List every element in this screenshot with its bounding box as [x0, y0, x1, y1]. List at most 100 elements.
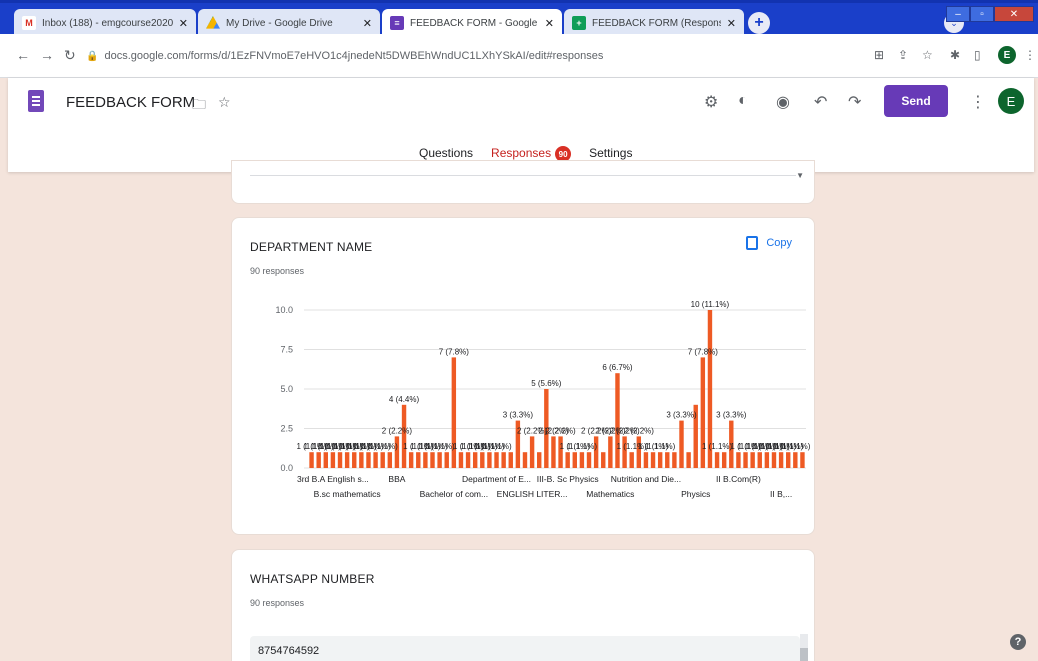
- bar: [437, 452, 442, 468]
- close-icon[interactable]: ✕: [363, 17, 372, 30]
- lock-icon: 🔒: [86, 50, 99, 62]
- star-icon[interactable]: ☆: [218, 94, 231, 111]
- bar: [657, 452, 663, 468]
- help-icon[interactable]: ?: [1010, 634, 1026, 650]
- tab-title: Inbox (188) - emgcourse2020@g: [42, 17, 173, 29]
- tab-title: FEEDBACK FORM (Responses) - G: [592, 17, 721, 29]
- window-close-icon[interactable]: ✕: [994, 6, 1034, 22]
- browser-tab-strip: M Inbox (188) - emgcourse2020@g ✕ My Dri…: [0, 0, 1038, 37]
- bar: [480, 452, 485, 468]
- url-input[interactable]: 🔒 docs.google.com/forms/d/1EzFNVmoE7eHVO…: [86, 43, 966, 69]
- forms-icon: ≡: [390, 16, 404, 30]
- bar: [444, 452, 449, 468]
- whatsapp-summary-card: WHATSAPP NUMBER 90 responses 8754764592: [231, 549, 815, 661]
- x-tick-label: B.sc mathematics: [314, 489, 381, 499]
- browser-tab-forms[interactable]: ≡ FEEDBACK FORM - Google Form ✕: [382, 9, 562, 37]
- addon-puzzle-icon[interactable]: ⚙: [704, 92, 718, 112]
- x-tick-label: II B,...: [770, 489, 792, 499]
- forms-logo-icon[interactable]: [28, 90, 44, 112]
- data-label: 1 (1.1%): [645, 442, 676, 451]
- maximize-icon[interactable]: ▫: [970, 6, 994, 22]
- x-tick-label: 3rd B.A English s...: [297, 474, 369, 484]
- y-tick-label: 10.0: [275, 305, 293, 315]
- forms-header: FEEDBACK FORM 🗀 ☆ ⚙ ◐ ◉ ↶ ↷ Send ⋮ E Que…: [8, 78, 1034, 172]
- undo-icon[interactable]: ↶: [814, 92, 827, 112]
- bar: [771, 452, 777, 468]
- close-icon[interactable]: ✕: [179, 17, 188, 30]
- y-tick-label: 7.5: [280, 345, 293, 355]
- bar: [558, 436, 563, 468]
- dropdown-arrow-icon[interactable]: ▼: [796, 171, 804, 180]
- palette-icon[interactable]: ◐: [738, 92, 748, 110]
- back-icon[interactable]: ←: [16, 47, 30, 63]
- x-tick-label: BBA: [388, 474, 405, 484]
- send-button[interactable]: Send: [884, 85, 948, 117]
- profile-avatar[interactable]: E: [998, 46, 1016, 64]
- translate-icon[interactable]: ⊞: [874, 48, 884, 62]
- bar: [472, 452, 478, 468]
- bar: [593, 436, 599, 468]
- data-label: 7 (7.8%): [688, 347, 719, 356]
- star-icon[interactable]: ☆: [922, 48, 933, 62]
- bar: [672, 452, 677, 468]
- reload-icon[interactable]: ↻: [64, 47, 76, 64]
- bar: [529, 436, 535, 468]
- browser-tab-sheets[interactable]: + FEEDBACK FORM (Responses) - G ✕: [564, 9, 744, 37]
- bar: [778, 452, 784, 468]
- bar: [501, 452, 506, 468]
- data-label: 1 (1.1%): [481, 442, 512, 451]
- more-menu-icon[interactable]: ⋮: [1024, 48, 1036, 62]
- bar: [757, 452, 762, 468]
- close-icon[interactable]: ✕: [727, 17, 736, 30]
- scrollbar-thumb[interactable]: [800, 648, 808, 661]
- responses-scrollbar[interactable]: [800, 634, 808, 661]
- bar: [458, 452, 464, 468]
- bar: [401, 404, 407, 468]
- bar: [679, 420, 684, 468]
- data-label: 1 (1.1%): [567, 442, 598, 451]
- response-item: 8754764592: [250, 636, 800, 661]
- bar: [793, 452, 798, 468]
- preview-eye-icon[interactable]: ◉: [776, 92, 790, 112]
- bar: [764, 452, 770, 468]
- bar: [330, 452, 336, 468]
- data-label: 6 (6.7%): [602, 363, 633, 372]
- share-icon[interactable]: ⇪: [898, 48, 908, 62]
- new-tab-button[interactable]: +: [748, 12, 770, 34]
- bar: [508, 452, 513, 468]
- minimize-icon[interactable]: –: [946, 6, 970, 22]
- more-options-icon[interactable]: ⋮: [970, 92, 986, 112]
- x-tick-label: ENGLISH LITER...: [497, 489, 568, 499]
- data-label: 2 (2.2%): [624, 426, 655, 435]
- data-label: 2 (2.2%): [382, 426, 413, 435]
- bar: [714, 452, 720, 468]
- bar: [579, 452, 585, 468]
- account-avatar[interactable]: E: [998, 88, 1024, 114]
- previous-question-card: ▼: [231, 160, 815, 204]
- x-tick-label: II B.Com(R): [716, 474, 761, 484]
- redo-icon[interactable]: ↷: [848, 92, 861, 112]
- bar: [380, 452, 385, 468]
- data-label: 2 (2.2%): [545, 426, 576, 435]
- address-bar: ← → ↻ 🔒 docs.google.com/forms/d/1EzFNVmo…: [0, 34, 1038, 78]
- form-title[interactable]: FEEDBACK FORM: [66, 94, 195, 111]
- close-icon[interactable]: ✕: [545, 17, 554, 30]
- bar: [408, 452, 414, 468]
- url-text: docs.google.com/forms/d/1EzFNVmoE7eHVO1c…: [104, 50, 604, 62]
- bar: [337, 452, 343, 468]
- browser-tab-gmail[interactable]: M Inbox (188) - emgcourse2020@g ✕: [14, 9, 196, 37]
- bar: [572, 452, 577, 468]
- bar: [750, 452, 755, 468]
- side-panel-icon[interactable]: ▯: [974, 48, 981, 62]
- folder-icon[interactable]: 🗀: [192, 94, 206, 118]
- data-label: 4 (4.4%): [389, 395, 420, 404]
- bar: [344, 452, 350, 468]
- drive-icon: [206, 16, 220, 29]
- forward-icon[interactable]: →: [40, 47, 54, 63]
- bar: [387, 452, 393, 468]
- extensions-icon[interactable]: ✱: [950, 48, 960, 62]
- bar: [721, 452, 727, 468]
- bar: [700, 357, 706, 468]
- response-count: 90 responses: [250, 598, 305, 608]
- browser-tab-drive[interactable]: My Drive - Google Drive ✕: [198, 9, 380, 37]
